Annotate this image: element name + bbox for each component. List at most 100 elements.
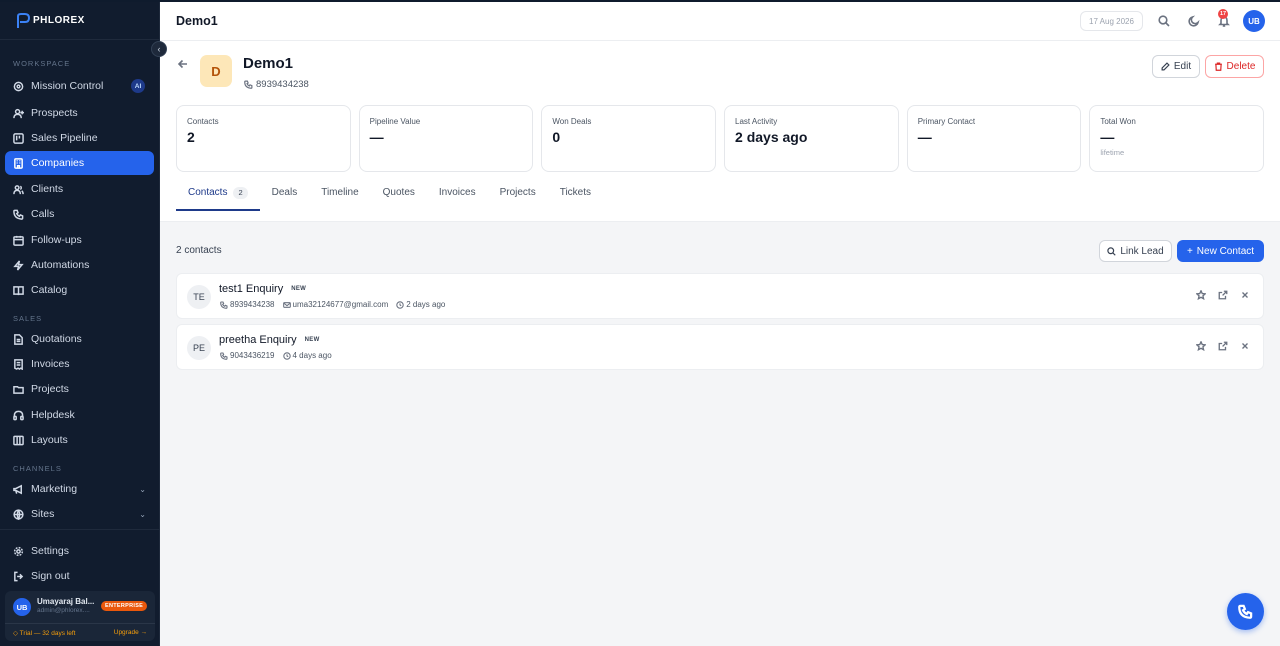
building-icon [13, 157, 24, 169]
chevron-down-icon[interactable]: ⌄ [139, 485, 146, 494]
edit-button[interactable]: Edit [1152, 55, 1200, 78]
tab-label: Quotes [382, 187, 415, 198]
call-fab-button[interactable] [1227, 593, 1264, 630]
tab-bar: Contacts 2 Deals Timeline Quotes Invoice… [176, 187, 603, 211]
stat-card-last-activity: Last Activity 2 days ago [724, 105, 899, 172]
users-icon [13, 184, 24, 195]
tab-quotes[interactable]: Quotes [371, 187, 427, 211]
kanban-icon [13, 132, 24, 144]
tab-projects[interactable]: Projects [488, 187, 548, 211]
company-phone-value: 8939434238 [256, 79, 309, 90]
trial-bar: ◇ Trial — 32 days left Upgrade → [5, 623, 155, 641]
tab-tickets[interactable]: Tickets [548, 187, 603, 211]
clock-icon [396, 300, 404, 309]
new-contact-label: New Contact [1196, 245, 1255, 257]
company-phone: 8939434238 [244, 79, 309, 90]
sidebar-item-follow-ups[interactable]: Follow-ups [5, 228, 154, 252]
list-item[interactable]: TE test1 Enquiry NEW 8939434238 uma32124… [176, 273, 1264, 319]
sidebar-item-label: Sales Pipeline [31, 132, 98, 144]
tab-timeline[interactable]: Timeline [309, 187, 370, 211]
tab-contacts[interactable]: Contacts 2 [176, 187, 260, 211]
contact-phone: 8939434238 [220, 300, 275, 309]
sidebar-item-helpdesk[interactable]: Helpdesk [5, 403, 154, 427]
sidebar-item-catalog[interactable]: Catalog [5, 278, 154, 302]
sidebar-item-clients[interactable]: Clients [5, 177, 154, 201]
back-arrow-icon[interactable] [176, 57, 190, 71]
contact-meta: 9043436219 4 days ago [220, 351, 332, 360]
user-card[interactable]: UB Umayaraj Bal... admin@phlorex.... ENT… [5, 591, 155, 641]
sidebar-item-label: Sites [31, 508, 55, 520]
stat-sub: lifetime [1100, 148, 1125, 157]
avatar: PE [187, 336, 211, 360]
link-lead-label: Link Lead [1120, 245, 1164, 257]
logo[interactable]: PHLOREX [0, 2, 159, 40]
stat-label: Won Deals [552, 117, 592, 126]
close-icon[interactable] [1239, 340, 1251, 352]
date-chip: 17 Aug 2026 [1080, 11, 1143, 31]
tab-label: Contacts [188, 187, 228, 198]
sidebar-item-automations[interactable]: Automations [5, 253, 154, 277]
sidebar-item-companies[interactable]: Companies [5, 151, 154, 175]
delete-button-label: Delete [1226, 61, 1256, 72]
sidebar-item-label: Companies [31, 157, 85, 169]
contact-time-value: 2 days ago [406, 300, 446, 309]
new-contact-button[interactable]: + New Contact [1177, 240, 1264, 262]
user-email: admin@phlorex.... [37, 607, 90, 614]
page-title: Demo1 [176, 14, 218, 28]
sidebar-item-label: Follow-ups [31, 234, 82, 246]
trial-text: ◇ Trial — 32 days left [13, 629, 76, 637]
sidebar-item-marketing[interactable]: Marketing ⌄ [5, 477, 154, 501]
stat-card-contacts: Contacts 2 [176, 105, 351, 172]
app-root: PHLOREX ‹ WORKSPACE Mission Control AI P… [0, 0, 1280, 646]
avatar: TE [187, 285, 211, 309]
sidebar-item-mission-control[interactable]: Mission Control AI [5, 74, 154, 98]
external-link-icon[interactable] [1217, 340, 1229, 352]
company-avatar: D [200, 55, 232, 87]
tab-deals[interactable]: Deals [260, 187, 310, 211]
topbar: Demo1 17 Aug 2026 17 UB [160, 2, 1280, 41]
moon-icon[interactable] [1187, 14, 1201, 28]
stat-label: Total Won [1100, 117, 1136, 126]
tab-label: Timeline [321, 187, 359, 198]
company-name: Demo1 [243, 55, 294, 72]
search-icon[interactable] [1157, 14, 1171, 28]
tab-label: Projects [499, 187, 536, 198]
sidebar-item-projects[interactable]: Projects [5, 377, 154, 401]
contact-name-line: preetha Enquiry NEW [219, 334, 320, 346]
contact-phone-value: 9043436219 [230, 351, 275, 360]
list-item[interactable]: PE preetha Enquiry NEW 9043436219 4 days… [176, 324, 1264, 370]
tab-invoices[interactable]: Invoices [427, 187, 488, 211]
link-lead-button[interactable]: Link Lead [1099, 240, 1172, 262]
sidebar-item-sites[interactable]: Sites ⌄ [5, 502, 154, 526]
delete-button[interactable]: Delete [1205, 55, 1264, 78]
avatar[interactable]: UB [1243, 10, 1265, 32]
sidebar-item-label: Clients [31, 183, 64, 195]
chevron-down-icon[interactable]: ⌄ [139, 510, 146, 519]
sidebar-item-calls[interactable]: Calls [5, 202, 154, 226]
contact-name[interactable]: preetha Enquiry [219, 334, 297, 346]
contact-name[interactable]: test1 Enquiry [219, 283, 283, 295]
row-actions [1195, 340, 1251, 352]
sidebar-item-sign-out[interactable]: Sign out [5, 564, 154, 588]
sidebar-item-quotations[interactable]: Quotations [5, 327, 154, 351]
sidebar-item-sales-pipeline[interactable]: Sales Pipeline [5, 126, 154, 150]
close-icon[interactable] [1239, 289, 1251, 301]
trash-icon [1214, 62, 1222, 71]
sidebar-item-settings[interactable]: Settings [5, 539, 154, 563]
sidebar-item-label: Layouts [31, 434, 68, 446]
stat-value: 0 [552, 129, 561, 145]
sidebar-item-invoices[interactable]: Invoices [5, 352, 154, 376]
star-icon[interactable] [1195, 289, 1207, 301]
stat-value: — [369, 129, 384, 145]
logo-icon [17, 12, 30, 28]
external-link-icon[interactable] [1217, 289, 1229, 301]
collapse-sidebar-button[interactable]: ‹ [151, 41, 167, 57]
sidebar-item-layouts[interactable]: Layouts [5, 428, 154, 452]
notification-count-badge: 17 [1218, 9, 1228, 19]
tab-label: Invoices [438, 187, 476, 198]
phone-icon [1238, 604, 1253, 619]
status-badge: NEW [304, 337, 320, 343]
upgrade-link[interactable]: Upgrade → [114, 629, 147, 636]
star-icon[interactable] [1195, 340, 1207, 352]
sidebar-item-prospects[interactable]: Prospects [5, 101, 154, 125]
